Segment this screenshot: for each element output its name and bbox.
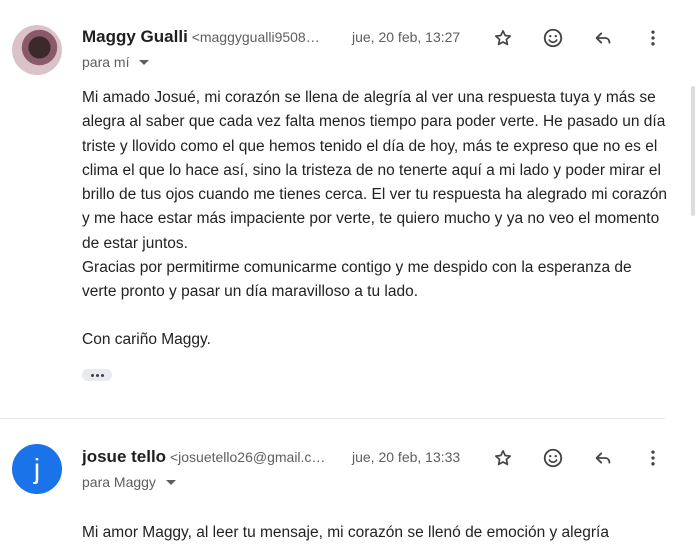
sender-email[interactable]: <maggygualli9508… [192, 29, 320, 45]
body-paragraph: Gracias por permitirme comunicarme conti… [82, 259, 632, 301]
show-trimmed-content-button[interactable] [82, 369, 112, 381]
body-paragraph: Mi amor Maggy, al leer tu mensaje, mi co… [82, 524, 609, 541]
email-message: Maggy Gualli <maggygualli9508… jue, 20 f… [0, 0, 667, 418]
ellipsis-dot [95, 373, 99, 377]
more-vert-icon[interactable] [641, 26, 665, 50]
avatar[interactable]: j [12, 444, 62, 494]
recipient-label: para Maggy [82, 474, 156, 490]
scrollbar[interactable] [691, 86, 695, 216]
ellipsis-dot [100, 373, 104, 377]
sender-email[interactable]: <josuetello26@gmail.c… [170, 449, 325, 465]
emoji-icon[interactable] [541, 446, 565, 470]
reply-icon[interactable] [591, 446, 615, 470]
star-icon[interactable] [491, 446, 515, 470]
recipient-label: para mí [82, 54, 130, 70]
sender-line: Maggy Gualli <maggygualli9508… [82, 27, 320, 47]
message-date[interactable]: jue, 20 feb, 13:33 [352, 447, 460, 467]
star-icon[interactable] [491, 26, 515, 50]
message-body: Mi amado Josué, mi corazón se llena de a… [82, 86, 667, 305]
body-paragraph: Mi amado Josué, mi corazón se llena de a… [82, 89, 668, 252]
ellipsis-icon [90, 373, 94, 377]
sender-line: josue tello <josuetello26@gmail.c… [82, 447, 325, 467]
sender-name[interactable]: Maggy Gualli [82, 27, 188, 46]
chevron-down-icon[interactable] [139, 59, 150, 65]
avatar[interactable] [12, 25, 62, 75]
reply-icon[interactable] [591, 26, 615, 50]
recipient-line[interactable]: para Maggy [82, 472, 176, 492]
message-body-preview: Mi amor Maggy, al leer tu mensaje, mi co… [82, 521, 667, 545]
message-date[interactable]: jue, 20 feb, 13:27 [352, 27, 460, 47]
sender-name[interactable]: josue tello [82, 447, 166, 466]
signoff: Con cariño Maggy. [82, 331, 211, 348]
recipient-line[interactable]: para mí [82, 52, 150, 72]
avatar-letter: j [33, 453, 41, 484]
emoji-icon[interactable] [541, 26, 565, 50]
email-message: j josue tello <josuetello26@gmail.c… jue… [0, 419, 665, 541]
chevron-down-icon[interactable] [165, 479, 176, 485]
more-vert-icon[interactable] [641, 446, 665, 470]
